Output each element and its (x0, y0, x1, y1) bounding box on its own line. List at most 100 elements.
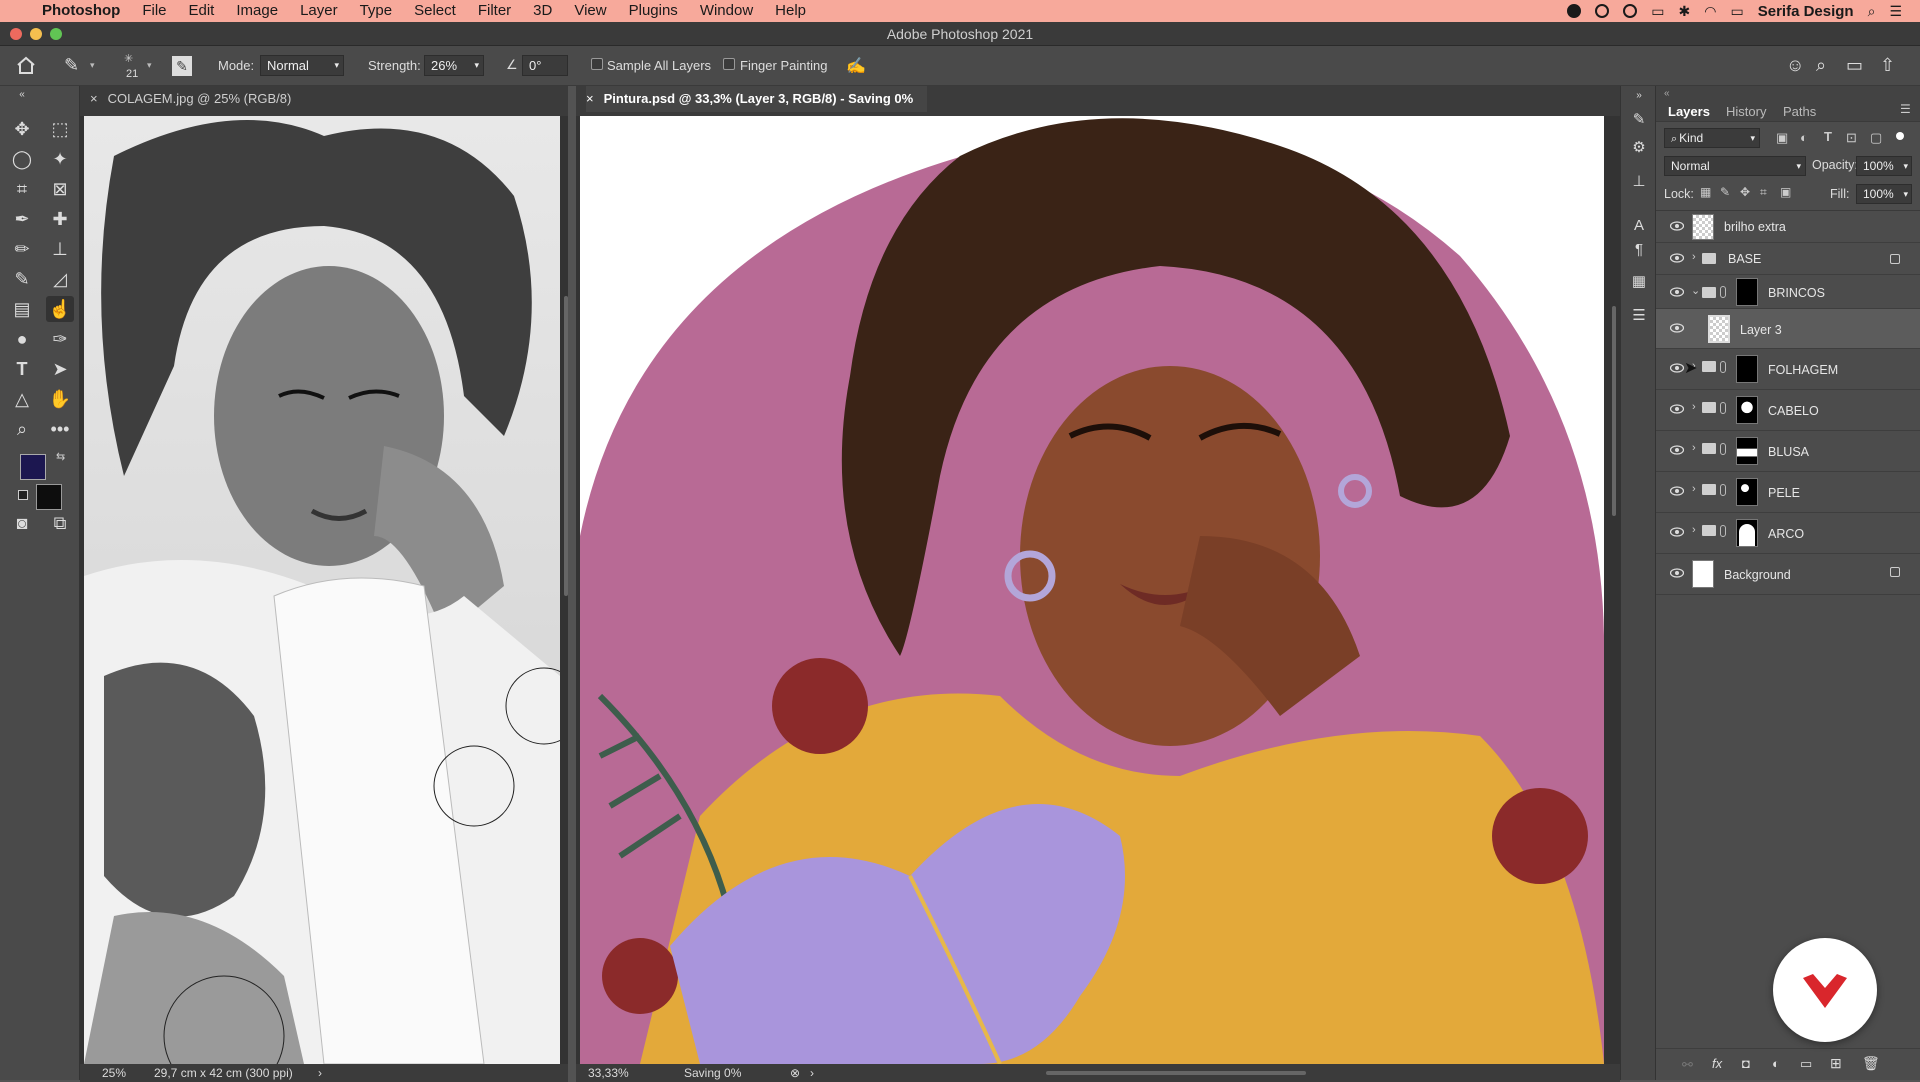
visibility-eye-icon[interactable] (1670, 363, 1684, 373)
magic-wand-tool-icon[interactable]: ✦ (46, 146, 74, 172)
smudge-tool-preset-icon[interactable]: ✎ (64, 55, 79, 76)
status-icon[interactable] (1595, 4, 1610, 18)
menu-file[interactable]: File (142, 0, 166, 22)
path-selection-tool-icon[interactable]: ➤ (46, 356, 74, 382)
default-colors-icon[interactable] (18, 490, 28, 500)
character-panel-icon[interactable]: A (1629, 216, 1649, 236)
search-icon[interactable]: ⌕ (1816, 55, 1826, 76)
chevron-right-icon[interactable]: › (318, 1064, 322, 1082)
layer-name[interactable]: ARCO (1768, 527, 1804, 541)
menu-edit[interactable]: Edit (189, 0, 215, 22)
horizontal-scrollbar[interactable] (1046, 1071, 1306, 1075)
history-brush-tool-icon[interactable]: ✎ (8, 266, 36, 292)
new-group-icon[interactable]: ▭ (1800, 1056, 1812, 1072)
lock-transparent-icon[interactable]: ▦ (1700, 185, 1711, 199)
wifi-icon[interactable]: ◠ (1704, 3, 1716, 20)
export-icon[interactable]: ⇧ (1880, 55, 1895, 76)
layer-row[interactable]: › BASE (1656, 243, 1920, 275)
visibility-eye-icon[interactable] (1670, 323, 1684, 333)
lasso-tool-icon[interactable]: ◯ (8, 146, 36, 172)
tab-layers[interactable]: Layers (1668, 104, 1710, 119)
expand-group-icon[interactable]: › (1692, 524, 1696, 536)
layer-style-fx-icon[interactable]: fx (1712, 1056, 1722, 1071)
visibility-eye-icon[interactable] (1670, 486, 1684, 496)
blend-mode-select[interactable]: Normal ▾ (1664, 156, 1806, 176)
paragraph-panel-icon[interactable]: ¶ (1629, 240, 1649, 260)
close-tab-icon[interactable]: × (90, 91, 98, 106)
expand-group-icon[interactable]: › (1692, 251, 1696, 263)
tab-history[interactable]: History (1726, 104, 1766, 119)
stamp-tool-icon[interactable]: ⊥ (46, 236, 74, 262)
menu-select[interactable]: Select (414, 0, 456, 22)
shape-tool-icon[interactable]: △ (8, 386, 36, 412)
collapse-panels-icon[interactable]: » (1629, 86, 1649, 106)
chevron-down-icon[interactable]: ▾ (147, 60, 152, 71)
menu-plugins[interactable]: Plugins (629, 0, 678, 22)
fill-input[interactable]: 100% ▾ (1856, 184, 1912, 204)
filter-kind-select[interactable]: ⌕ Kind ▾ (1664, 128, 1760, 148)
menu-filter[interactable]: Filter (478, 0, 511, 22)
layer-row[interactable]: Background (1656, 554, 1920, 595)
smudge-tool-icon[interactable]: ☝ (46, 296, 74, 322)
filter-shape-icon[interactable]: ⊡ (1846, 130, 1857, 146)
expand-group-icon[interactable]: › (1692, 401, 1696, 413)
record-icon[interactable] (1567, 4, 1582, 18)
layer-name[interactable]: BASE (1728, 252, 1761, 266)
dodge-tool-icon[interactable]: ● (8, 326, 36, 352)
filter-pixel-icon[interactable]: ▣ (1776, 130, 1788, 146)
swatches-panel-icon[interactable]: ▦ (1629, 272, 1649, 292)
layer-row[interactable]: › BLUSA (1656, 431, 1920, 472)
zoom-level[interactable]: 25% (102, 1064, 126, 1082)
screen-mirror-icon[interactable]: ▭ (1651, 3, 1664, 20)
finger-painting-label[interactable]: Finger Painting (740, 58, 827, 73)
layer-row-selected[interactable]: Layer 3 (1656, 309, 1920, 349)
healing-tool-icon[interactable]: ✚ (46, 206, 74, 232)
mode-select[interactable]: Normal ▾ (260, 55, 344, 76)
lock-position-icon[interactable]: ✥ (1740, 185, 1750, 199)
tab-paths[interactable]: Paths (1783, 104, 1816, 119)
filter-adjustment-icon[interactable]: ◐ (1800, 130, 1808, 145)
collapse-panel-icon[interactable]: « (8, 90, 36, 100)
layer-name[interactable]: CABELO (1768, 404, 1819, 418)
layer-row[interactable]: › CABELO (1656, 390, 1920, 431)
share-person-icon[interactable]: ☺ (1786, 55, 1804, 76)
layer-row[interactable]: ⌄ BRINCOS (1656, 275, 1920, 309)
collapse-icon[interactable]: « (1664, 88, 1670, 99)
visibility-eye-icon[interactable] (1670, 445, 1684, 455)
properties-panel-icon[interactable]: ☰ (1629, 306, 1649, 326)
bluetooth-icon[interactable]: ✱ (1679, 3, 1691, 20)
adjustments-panel-icon[interactable]: ⚙ (1629, 138, 1649, 158)
menu-3d[interactable]: 3D (533, 0, 552, 22)
filter-toggle-icon[interactable] (1896, 132, 1904, 140)
panel-menu-icon[interactable]: ☰ (1900, 102, 1911, 116)
hand-tool-icon[interactable]: ✋ (46, 386, 74, 412)
add-mask-icon[interactable]: ◘ (1742, 1056, 1750, 1071)
adjustment-layer-icon[interactable]: ◐ (1772, 1056, 1780, 1071)
home-icon[interactable] (16, 56, 36, 74)
workspace-icon[interactable]: ▭ (1846, 55, 1863, 76)
creative-cloud-icon[interactable] (1623, 4, 1638, 18)
gradient-tool-icon[interactable]: ▤ (8, 296, 36, 322)
sample-all-layers-label[interactable]: Sample All Layers (607, 58, 711, 73)
expand-group-icon[interactable]: › (1692, 442, 1696, 454)
close-window-button[interactable] (10, 28, 22, 40)
layer-row[interactable]: › ARCO (1656, 513, 1920, 554)
menu-help[interactable]: Help (775, 0, 806, 22)
foreground-color-swatch[interactable] (20, 454, 46, 480)
layer-name[interactable]: brilho extra (1724, 220, 1786, 234)
screen-mode-icon[interactable]: ⧉ (46, 510, 74, 536)
visibility-eye-icon[interactable] (1670, 253, 1684, 263)
crop-tool-icon[interactable]: ⌗ (8, 176, 36, 202)
menu-type[interactable]: Type (360, 0, 393, 22)
lock-image-icon[interactable]: ✎ (1720, 185, 1730, 199)
close-tab-icon[interactable]: × (586, 91, 594, 106)
new-layer-icon[interactable]: ⊞ (1830, 1055, 1842, 1072)
zoom-tool-icon[interactable]: ⌕ (8, 416, 36, 442)
chevron-right-icon[interactable]: › (810, 1064, 814, 1082)
painting-canvas[interactable] (580, 116, 1604, 1064)
airplay-icon[interactable]: ▭ (1730, 3, 1743, 20)
quick-mask-icon[interactable]: ◙ (8, 510, 36, 536)
eyedropper-tool-icon[interactable]: ✒ (8, 206, 36, 232)
layer-name[interactable]: BRINCOS (1768, 286, 1825, 300)
layer-row[interactable]: brilho extra (1656, 211, 1920, 243)
